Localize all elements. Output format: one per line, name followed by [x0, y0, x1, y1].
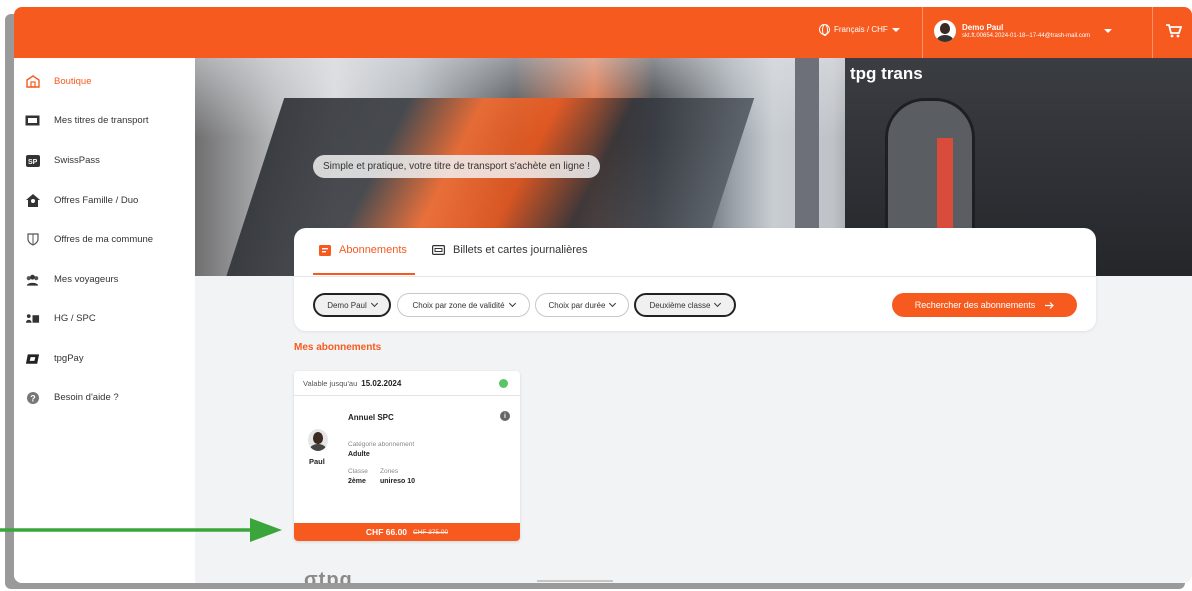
zones-value: unireso 10: [380, 478, 416, 485]
zone-filter[interactable]: Choix par zone de validité: [397, 293, 530, 317]
shop-icon: [25, 75, 40, 88]
avatar: [934, 20, 956, 42]
shield-icon: [25, 233, 40, 246]
sidebar: Boutique Mes titres de transport SP Swis…: [14, 58, 195, 583]
validity-label: Valable jusqu'au: [303, 378, 358, 388]
sidebar-item-label: Offres de ma commune: [54, 234, 154, 245]
user-menu[interactable]: Demo Paul skt.ft.00654.2024-01-18--17-44…: [934, 20, 1113, 42]
sidebar-item-commune[interactable]: Offres de ma commune: [25, 233, 153, 246]
sidebar-item-label: tpgPay: [54, 353, 84, 364]
svg-text:SP: SP: [28, 159, 38, 166]
button-label: Rechercher des abonnements: [914, 300, 1036, 310]
sidebar-item-label: Mes titres de transport: [54, 115, 149, 126]
class-value: 2ème: [348, 478, 366, 485]
card-divider: [294, 276, 1096, 277]
sidebar-item-label: Boutique: [54, 76, 92, 87]
sidebar-item-hg-spc[interactable]: HG / SPC: [25, 312, 96, 325]
duration-filter[interactable]: Choix par durée: [535, 293, 629, 317]
globe-icon: [819, 24, 830, 36]
subscription-icon: [319, 244, 331, 256]
language-selector[interactable]: Français / CHF: [819, 24, 900, 36]
sidebar-item-aide[interactable]: ? Besoin d'aide ?: [25, 391, 119, 404]
validity-date: 15.02.2024: [361, 378, 402, 388]
ticket-icon: [25, 114, 40, 127]
sidebar-item-famille[interactable]: Offres Famille / Duo: [25, 194, 138, 207]
search-card: Abonnements Billets et cartes journalièr…: [294, 228, 1096, 331]
swisspass-icon: SP: [25, 154, 40, 167]
sidebar-item-swisspass[interactable]: SP SwissPass: [25, 154, 100, 167]
active-tab-indicator: [313, 273, 415, 275]
svg-text:?: ?: [30, 393, 36, 403]
hg-spc-icon: [25, 312, 40, 325]
search-subscriptions-button[interactable]: Rechercher des abonnements: [892, 293, 1077, 317]
sidebar-item-label: HG / SPC: [54, 313, 96, 324]
user-name: Demo Paul: [962, 22, 1004, 32]
app-window: Français / CHF Demo Paul skt.ft.00654.20…: [14, 7, 1192, 583]
chip-label: Choix par zone de validité: [412, 300, 505, 310]
annotation-arrow: [0, 518, 282, 542]
hero-brand-sign: tpg trans: [850, 64, 923, 83]
price-bar[interactable]: CHF 66.00 CHF 375.00: [294, 523, 520, 541]
chip-label: Demo Paul: [327, 300, 367, 310]
sidebar-item-label: Offres Famille / Duo: [54, 195, 139, 206]
topbar-divider: [922, 7, 923, 58]
sidebar-item-label: Mes voyageurs: [54, 274, 119, 285]
caret-down-icon: [891, 27, 900, 32]
chip-label: Deuxième classe: [649, 300, 711, 310]
price: CHF 66.00: [365, 527, 408, 537]
caret-down-icon: [1104, 29, 1113, 33]
sidebar-item-label: SwissPass: [54, 155, 100, 166]
chevron-down-icon: [714, 299, 722, 308]
subscription-person: Paul: [309, 457, 325, 466]
old-price: CHF 375.00: [413, 528, 449, 536]
tab-label: Billets et cartes journalières: [453, 244, 588, 256]
user-info: Demo Paul skt.ft.00654.2024-01-18--17-44…: [962, 23, 1090, 40]
tab-label: Abonnements: [339, 244, 407, 256]
avatar: [308, 429, 328, 451]
tab-billets[interactable]: Billets et cartes journalières: [432, 244, 588, 256]
subscription-title: Annuel SPC: [348, 413, 394, 422]
class-label: Classe: [348, 468, 368, 475]
sidebar-item-titres[interactable]: Mes titres de transport: [25, 114, 149, 127]
top-bar: Français / CHF Demo Paul skt.ft.00654.20…: [14, 7, 1192, 58]
ticket-icon: [432, 245, 445, 255]
footer-text-placeholder: [537, 580, 613, 582]
category-label: Catégorie abonnement: [348, 441, 415, 448]
sidebar-item-boutique[interactable]: Boutique: [25, 75, 92, 88]
category-value: Adulte: [348, 451, 370, 458]
sidebar-item-voyageurs[interactable]: Mes voyageurs: [25, 273, 118, 286]
chip-label: Choix par durée: [548, 300, 606, 310]
status-indicator: [499, 379, 508, 388]
class-filter[interactable]: Deuxième classe: [634, 293, 736, 317]
zones-label: Zones: [380, 468, 399, 475]
subscription-card[interactable]: Valable jusqu'au 15.02.2024 Annuel SPC i…: [294, 371, 520, 541]
language-label: Français / CHF: [834, 25, 888, 34]
topbar-divider: [1152, 7, 1153, 58]
chevron-down-icon: [370, 299, 378, 308]
info-icon[interactable]: i: [500, 411, 510, 421]
user-email: skt.ft.00654.2024-01-18--17-44@trash-mai…: [962, 32, 1091, 39]
arrow-right-icon: [1045, 301, 1055, 309]
tab-abonnements[interactable]: Abonnements: [319, 244, 407, 256]
subscription-validity: Valable jusqu'au 15.02.2024: [294, 371, 520, 396]
sidebar-item-label: Besoin d'aide ?: [54, 392, 119, 403]
help-icon: ?: [25, 391, 40, 404]
footer-logo: σtpg: [304, 569, 353, 583]
sidebar-item-tpgpay[interactable]: tpgPay: [25, 352, 84, 365]
tpgpay-icon: [25, 352, 40, 365]
cart-icon[interactable]: [1166, 24, 1182, 38]
hero-tagline: Simple et pratique, votre titre de trans…: [313, 155, 601, 178]
family-home-icon: [25, 194, 40, 207]
traveller-filter[interactable]: Demo Paul: [313, 293, 391, 317]
section-title: Mes abonnements: [294, 342, 382, 353]
chevron-down-icon: [609, 299, 617, 308]
travellers-icon: [25, 273, 40, 286]
chevron-down-icon: [508, 299, 516, 308]
